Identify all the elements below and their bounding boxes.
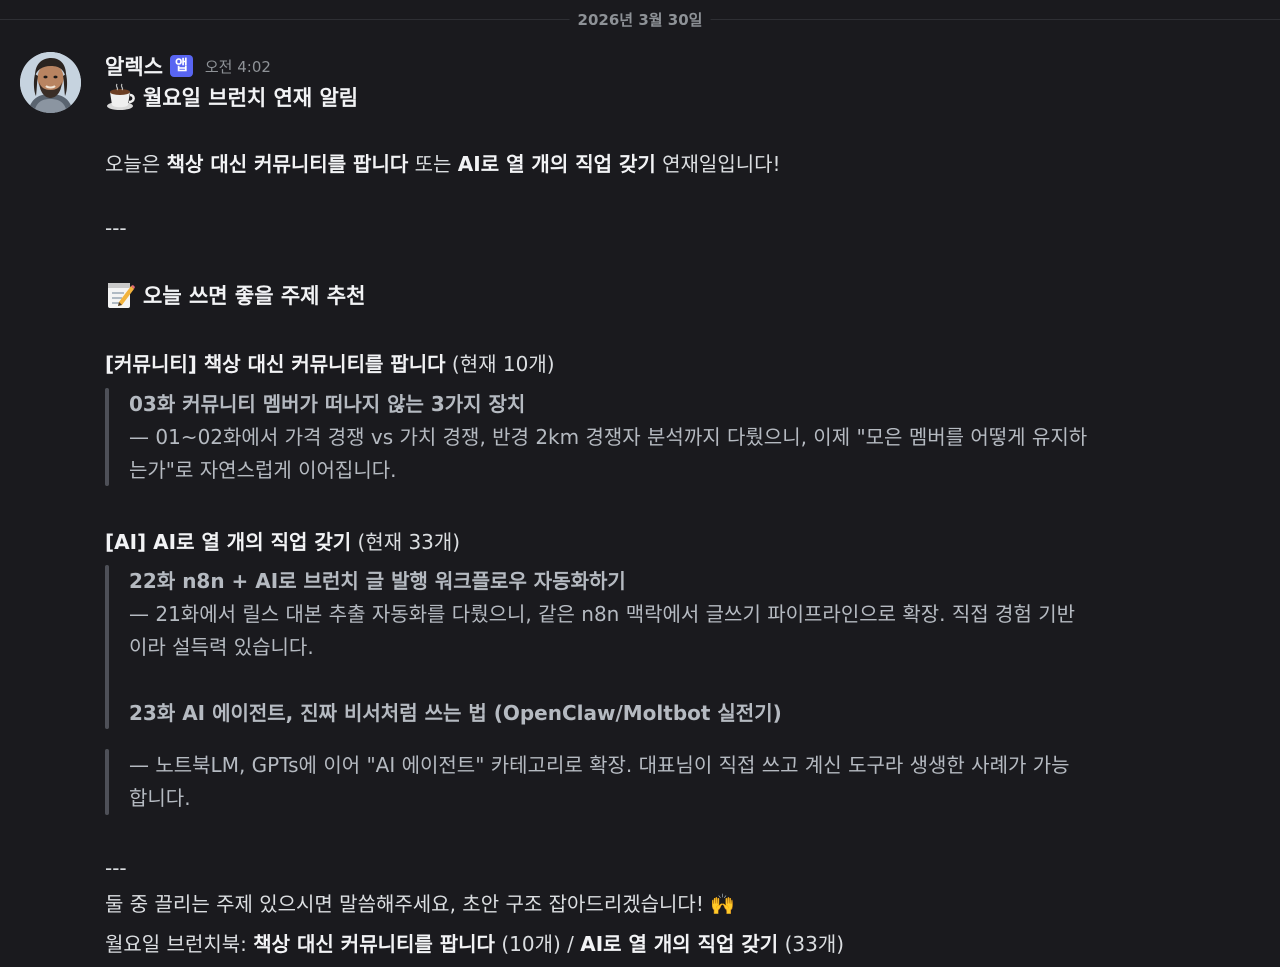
section2-count: (현재 33개) [351, 530, 461, 554]
intro-line: 오늘은 책상 대신 커뮤니티를 팝니다 또는 AI로 열 개의 직업 갖기 연재… [105, 148, 781, 177]
section2-label: [AI] AI로 열 개의 직업 갖기 (현재 33개) [105, 526, 460, 555]
section2-quote2: — 노트북LM, GPTs에 이어 "AI 에이전트" 카테고리로 확장. 대표… [105, 749, 1165, 815]
intro-suffix: 연재일입니다! [655, 152, 781, 176]
section1-quote: 03화 커뮤니티 멤버가 떠나지 않는 3가지 장치 — 01~02화에서 가격… [105, 388, 1165, 486]
message-title-text: 월요일 브런치 연재 알림 [143, 86, 359, 110]
message-title: 월요일 브런치 연재 알림 [105, 82, 358, 112]
message: 알렉스 앱 오전 4:02 월요일 브런치 연재 알림 오늘은 책상 대신 커뮤… [105, 50, 1175, 956]
section2-title: [AI] AI로 열 개의 직업 갖기 [105, 530, 352, 554]
topics-heading-text: 오늘 쓰면 좋을 주제 추천 [143, 284, 366, 308]
memo-icon [105, 280, 135, 310]
separator-1: --- [105, 216, 127, 240]
date-divider-text: 2026년 3월 30일 [569, 9, 711, 30]
quote-bar [105, 388, 109, 486]
section1-quote-title: 03화 커뮤니티 멤버가 떠나지 않는 3가지 장치 [129, 392, 526, 416]
intro-middle: 또는 [408, 152, 458, 176]
coffee-icon [105, 82, 135, 112]
footer-line: 월요일 브런치북: 책상 대신 커뮤니티를 팝니다 (10개) / AI로 열 … [105, 928, 844, 957]
section1-quote-line2: 는가"로 자연스럽게 이어집니다. [129, 458, 397, 482]
date-divider: 2026년 3월 30일 [0, 0, 1280, 38]
section2-quote2-line2: 합니다. [129, 786, 191, 810]
timestamp[interactable]: 오전 4:02 [205, 56, 271, 77]
avatar[interactable] [20, 52, 81, 113]
closing-line: 둘 중 끌리는 주제 있으시면 말씀해주세요, 초안 구조 잡아드리겠습니다! … [105, 892, 736, 916]
footer-book2: AI로 열 개의 직업 갖기 [580, 932, 779, 956]
app-badge: 앱 [169, 55, 193, 77]
section2-quote1-title: 22화 n8n + AI로 브런치 글 발행 워크플로우 자동화하기 [129, 569, 626, 593]
section1-quote-line1: — 01~02화에서 가격 경쟁 vs 가치 경쟁, 반경 2km 경쟁자 분석… [129, 425, 1088, 449]
section1-label: [커뮤니티] 책상 대신 커뮤니티를 팝니다 (현재 10개) [105, 348, 555, 377]
section2-quote2-line1: — 노트북LM, GPTs에 이어 "AI 에이전트" 카테고리로 확장. 대표… [129, 753, 1070, 777]
avatar-image [20, 52, 81, 113]
section2-quote1-line1: — 21화에서 릴스 대본 추출 자동화를 다뤘으니, 같은 n8n 맥락에서 … [129, 602, 1076, 626]
intro-series1: 책상 대신 커뮤니티를 팝니다 [166, 152, 409, 176]
author-name[interactable]: 알렉스 [105, 51, 163, 81]
footer-count1: (10개) / [494, 932, 581, 956]
section2-quote1: 22화 n8n + AI로 브런치 글 발행 워크플로우 자동화하기 — 21화… [105, 565, 1165, 729]
separator-2: --- [105, 856, 127, 880]
footer-count2: (33개) [778, 932, 845, 956]
message-header: 알렉스 앱 오전 4:02 [105, 50, 1175, 82]
footer-prefix: 월요일 브런치북: [105, 932, 254, 956]
footer-book1: 책상 대신 커뮤니티를 팝니다 [253, 932, 495, 956]
section1-title: [커뮤니티] 책상 대신 커뮤니티를 팝니다 [105, 352, 446, 376]
intro-series2: AI로 열 개의 직업 갖기 [457, 152, 656, 176]
quote-bar [105, 565, 109, 729]
quote-bar [105, 749, 109, 815]
section1-count: (현재 10개) [445, 352, 555, 376]
intro-prefix: 오늘은 [105, 152, 167, 176]
topics-heading: 오늘 쓰면 좋을 주제 추천 [105, 280, 365, 310]
section2-quote1-title2: 23화 AI 에이전트, 진짜 비서처럼 쓰는 법 (OpenClaw/Molt… [129, 701, 782, 725]
section2-quote1-line2: 이라 설득력 있습니다. [129, 635, 314, 659]
